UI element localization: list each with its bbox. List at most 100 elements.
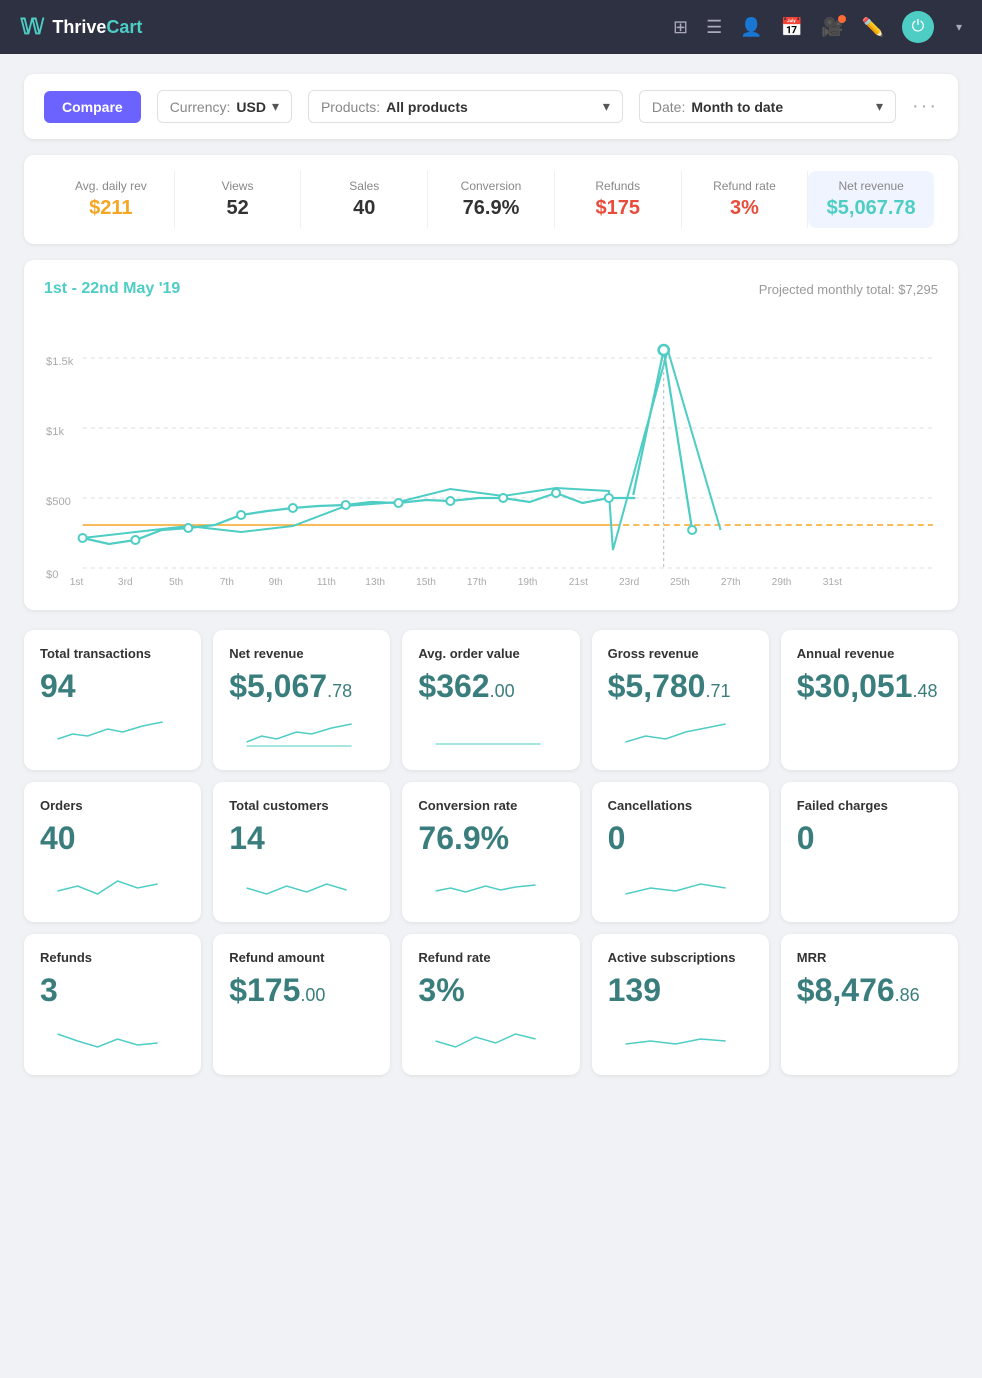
- metric-orders: Orders 40: [24, 782, 201, 922]
- svg-text:11th: 11th: [317, 577, 336, 588]
- svg-text:23rd: 23rd: [619, 577, 639, 588]
- svg-text:17th: 17th: [467, 577, 487, 588]
- more-options-button[interactable]: ···: [912, 95, 938, 118]
- stat-avg-daily-rev: Avg. daily rev $211: [48, 171, 175, 228]
- logo-icon: 𝕎: [20, 14, 44, 40]
- metric-refund-amount-sparkline: [229, 1019, 374, 1059]
- metric-net-revenue-sparkline: [229, 714, 374, 754]
- calendar-icon[interactable]: 📅: [781, 17, 803, 38]
- metric-mrr-value: $8,476.86: [797, 973, 942, 1008]
- svg-text:$1.5k: $1.5k: [46, 356, 74, 368]
- metric-total-customers-sparkline: [229, 866, 374, 906]
- metric-total-transactions-value: 94: [40, 669, 185, 704]
- metric-conversion-rate-label: Conversion rate: [418, 798, 563, 813]
- chevron-down-icon[interactable]: ▾: [956, 20, 962, 34]
- svg-text:31st: 31st: [823, 577, 842, 588]
- metrics-row-1: Total transactions 94 Net revenue $5,067…: [24, 630, 958, 770]
- notification-dot: [838, 15, 846, 23]
- stat-refund-rate: Refund rate 3%: [682, 171, 809, 228]
- products-label: Products:: [321, 99, 380, 115]
- app-header: 𝕎 ThriveCart ⊞ ☰ 👤 📅 🎥 ✏️ ⏻ ▾: [0, 0, 982, 54]
- metric-conversion-rate-sparkline: [418, 866, 563, 906]
- stat-sales-value: 40: [301, 197, 427, 220]
- date-filter[interactable]: Date: Month to date ▾: [639, 90, 896, 123]
- logo-cart: Cart: [106, 17, 142, 37]
- products-chevron-icon: ▾: [603, 98, 610, 115]
- metric-annual-revenue: Annual revenue $30,051.48: [781, 630, 958, 770]
- metric-total-transactions: Total transactions 94: [24, 630, 201, 770]
- metric-conversion-rate-value: 76.9%: [418, 821, 563, 856]
- metric-avg-order-value-value: $362.00: [418, 669, 563, 704]
- metric-total-transactions-label: Total transactions: [40, 646, 185, 661]
- metric-net-revenue: Net revenue $5,067.78: [213, 630, 390, 770]
- svg-text:$0: $0: [46, 569, 58, 581]
- compare-button[interactable]: Compare: [44, 91, 141, 123]
- chart-svg: $0 $500 $1k $1.5k: [44, 310, 938, 590]
- metric-annual-revenue-sparkline: [797, 714, 942, 754]
- metric-refund-amount-value: $175.00: [229, 973, 374, 1008]
- chart-title: 1st - 22nd May '19: [44, 280, 180, 298]
- metric-annual-revenue-label: Annual revenue: [797, 646, 942, 661]
- currency-chevron-icon: ▾: [272, 98, 279, 115]
- metric-net-revenue-label: Net revenue: [229, 646, 374, 661]
- metric-orders-sparkline: [40, 866, 185, 906]
- metric-mrr-label: MRR: [797, 950, 942, 965]
- svg-text:25th: 25th: [670, 577, 690, 588]
- user-icon[interactable]: 👤: [740, 17, 762, 38]
- metric-cancellations-value: 0: [608, 821, 753, 856]
- edit-icon[interactable]: ✏️: [862, 17, 884, 38]
- logo-thrive: Thrive: [52, 17, 106, 37]
- metric-gross-revenue-sparkline: [608, 714, 753, 754]
- logo-text: ThriveCart: [52, 17, 142, 38]
- metric-total-customers-value: 14: [229, 821, 374, 856]
- metric-refund-rate: Refund rate 3%: [402, 934, 579, 1074]
- metric-active-subscriptions-label: Active subscriptions: [608, 950, 753, 965]
- chart-section: 1st - 22nd May '19 Projected monthly tot…: [24, 260, 958, 610]
- stat-net-revenue-label: Net revenue: [808, 179, 934, 193]
- svg-text:15th: 15th: [416, 577, 436, 588]
- metric-gross-revenue: Gross revenue $5,780.71: [592, 630, 769, 770]
- date-chevron-icon: ▾: [876, 98, 883, 115]
- grid-icon[interactable]: ⊞: [673, 17, 688, 38]
- metric-refund-rate-label: Refund rate: [418, 950, 563, 965]
- metric-refunds-sparkline: [40, 1019, 185, 1059]
- stat-sales: Sales 40: [301, 171, 428, 228]
- metric-refund-rate-value: 3%: [418, 973, 563, 1008]
- video-icon[interactable]: 🎥: [821, 17, 843, 38]
- metric-gross-revenue-value: $5,780.71: [608, 669, 753, 704]
- metric-refund-rate-sparkline: [418, 1019, 563, 1059]
- stat-sales-label: Sales: [301, 179, 427, 193]
- metric-cancellations: Cancellations 0: [592, 782, 769, 922]
- header-icons: ⊞ ☰ 👤 📅 🎥 ✏️ ⏻ ▾: [673, 11, 962, 43]
- currency-label: Currency:: [170, 99, 231, 115]
- svg-text:19th: 19th: [518, 577, 538, 588]
- metric-total-customers-label: Total customers: [229, 798, 374, 813]
- metrics-row-2: Orders 40 Total customers 14 Conversion …: [24, 782, 958, 922]
- metric-refund-amount: Refund amount $175.00: [213, 934, 390, 1074]
- list-icon[interactable]: ☰: [706, 17, 722, 38]
- power-button[interactable]: ⏻: [902, 11, 934, 43]
- metric-orders-label: Orders: [40, 798, 185, 813]
- svg-text:$500: $500: [46, 496, 71, 508]
- svg-text:21st: 21st: [569, 577, 588, 588]
- logo: 𝕎 ThriveCart: [20, 14, 142, 40]
- stat-refunds-value: $175: [555, 197, 681, 220]
- stat-refund-rate-value: 3%: [682, 197, 808, 220]
- metric-active-subscriptions-sparkline: [608, 1019, 753, 1059]
- stat-conversion-label: Conversion: [428, 179, 554, 193]
- stat-conversion-value: 76.9%: [428, 197, 554, 220]
- stat-avg-daily-rev-label: Avg. daily rev: [48, 179, 174, 193]
- metric-refunds-label: Refunds: [40, 950, 185, 965]
- currency-filter[interactable]: Currency: USD ▾: [157, 90, 292, 123]
- metric-active-subscriptions-value: 139: [608, 973, 753, 1008]
- metric-mrr: MRR $8,476.86: [781, 934, 958, 1074]
- chart-container: $0 $500 $1k $1.5k: [44, 310, 938, 590]
- stat-avg-daily-rev-value: $211: [48, 197, 174, 220]
- metric-gross-revenue-label: Gross revenue: [608, 646, 753, 661]
- svg-text:1st: 1st: [70, 577, 84, 588]
- metric-refund-amount-label: Refund amount: [229, 950, 374, 965]
- svg-text:5th: 5th: [169, 577, 183, 588]
- metric-conversion-rate: Conversion rate 76.9%: [402, 782, 579, 922]
- metric-net-revenue-value: $5,067.78: [229, 669, 374, 704]
- products-filter[interactable]: Products: All products ▾: [308, 90, 623, 123]
